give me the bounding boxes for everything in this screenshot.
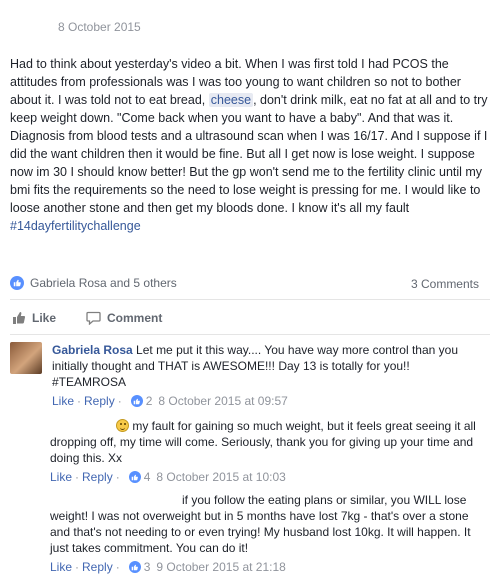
comment-timestamp[interactable]: 8 October 2015 at 10:03	[156, 470, 285, 484]
like-button-label: Like	[32, 311, 57, 325]
comment: if you follow the eating plans or simila…	[0, 490, 497, 578]
redacted-name	[50, 492, 182, 504]
divider	[10, 334, 490, 335]
comment-text: if you follow the eating plans or simila…	[50, 492, 480, 556]
comment-like-count[interactable]: 4	[144, 470, 151, 484]
reactions-names[interactable]: Gabriela Rosa and 5 others	[30, 276, 177, 290]
like-button[interactable]: Like	[12, 311, 56, 325]
comment-like-count[interactable]: 3	[144, 560, 151, 574]
like-reaction-icon	[130, 395, 143, 407]
comment-button-label: Comment	[107, 311, 163, 325]
reactions-summary[interactable]: Gabriela Rosa and 5 others	[10, 276, 177, 290]
comment-reply-link[interactable]: Reply	[82, 470, 113, 484]
comment-like-link[interactable]: Like	[52, 394, 74, 408]
commenter-name[interactable]: Gabriela Rosa	[52, 343, 133, 357]
comment: Gabriela Rosa Let me put it this way....…	[0, 340, 497, 410]
post-text-part2: , don't drink milk, eat no fat at all an…	[10, 93, 488, 215]
divider	[10, 299, 490, 300]
hashtag-link[interactable]: #14dayfertilitychallenge	[10, 219, 141, 233]
smiley-icon	[116, 419, 129, 432]
like-reaction-icon	[128, 471, 141, 483]
post-text: Had to think about yesterday's video a b…	[10, 55, 490, 235]
comment-text: my fault for gaining so much weight, but…	[50, 418, 480, 466]
comment-like-link[interactable]: Like	[50, 470, 72, 484]
comments-count[interactable]: 3 Comments	[411, 277, 479, 291]
post-date[interactable]: 8 October 2015	[58, 20, 141, 34]
highlighted-term: cheese	[208, 93, 254, 107]
avatar[interactable]	[10, 342, 42, 374]
redacted-name	[50, 418, 116, 430]
comment-button[interactable]: Comment	[86, 311, 162, 325]
comment-like-count[interactable]: 2	[146, 394, 153, 408]
comment-icon	[86, 311, 101, 325]
like-reaction-icon	[10, 276, 24, 290]
like-reaction-icon	[128, 561, 141, 573]
comment-meta: Like · Reply · 4 8 October 2015 at 10:03	[50, 470, 286, 484]
comment-like-link[interactable]: Like	[50, 560, 72, 574]
comment-reply-link[interactable]: Reply	[82, 560, 113, 574]
comment-timestamp[interactable]: 9 October 2015 at 21:18	[156, 560, 285, 574]
comment-text: Gabriela Rosa Let me put it this way....…	[52, 342, 472, 390]
comment-reply-link[interactable]: Reply	[84, 394, 115, 408]
comment-timestamp[interactable]: 8 October 2015 at 09:57	[158, 394, 287, 408]
thumbs-up-icon	[13, 312, 26, 324]
comment-meta: Like · Reply · 3 9 October 2015 at 21:18	[50, 560, 286, 574]
comment-meta: Like · Reply · 2 8 October 2015 at 09:57	[52, 394, 288, 408]
comment: my fault for gaining so much weight, but…	[0, 416, 497, 484]
